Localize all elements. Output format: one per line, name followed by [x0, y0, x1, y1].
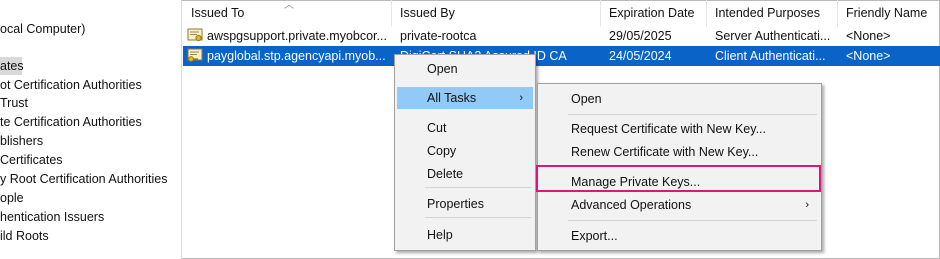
column-header-label: Expiration Date: [609, 6, 695, 20]
store-tree[interactable]: ocal Computer) ates ot Certification Aut…: [0, 0, 182, 259]
column-header-label: Issued By: [400, 6, 455, 20]
menu-item-open[interactable]: Open: [397, 58, 533, 80]
tree-item-label: hentication Issuers: [0, 210, 105, 224]
tree-item-label: y Root Certification Authorities: [0, 172, 168, 186]
cell-friendly-name: <None>: [846, 29, 891, 43]
column-header-intended-purposes[interactable]: Intended Purposes: [707, 0, 838, 27]
menu-item-label: Help: [427, 228, 453, 242]
tree-item-label: ocal Computer): [0, 22, 86, 36]
cell-friendly-name: <None>: [846, 49, 891, 63]
column-header-label: Intended Purposes: [715, 6, 820, 20]
tree-item-smart-card-roots[interactable]: ild Roots: [0, 227, 49, 245]
cell-expiration: 24/05/2024: [609, 49, 672, 63]
tree-item-label: ates: [0, 59, 24, 73]
menu-item-label: Open: [427, 62, 458, 76]
tree-item-client-auth-issuers[interactable]: hentication Issuers: [0, 208, 104, 226]
tree-item-label: ot Certification Authorities: [0, 78, 142, 92]
tree-item-label: Certificates: [0, 153, 63, 167]
menu-separator: [425, 187, 531, 188]
certificate-key-icon: [187, 48, 203, 62]
column-header-label: Friendly Name: [846, 6, 928, 20]
menu-item-label: Copy: [427, 144, 457, 158]
column-header-expiration-date[interactable]: Expiration Date: [601, 0, 707, 27]
tree-item-label: te Certification Authorities: [0, 115, 142, 129]
submenu-item-open[interactable]: Open: [540, 88, 819, 110]
submenu-item-renew-new-key[interactable]: Renew Certificate with New Key...: [540, 141, 819, 163]
menu-item-label: Renew Certificate with New Key...: [571, 145, 759, 159]
column-header-issued-by[interactable]: Issued By: [392, 0, 601, 27]
menu-item-label: All Tasks: [427, 91, 477, 105]
submenu-arrow-icon: ›: [805, 199, 809, 211]
cell-issued-to: payglobal.stp.agencyapi.myob...: [207, 49, 386, 63]
tree-item-label: ople: [0, 191, 24, 205]
cell-expiration: 29/05/2025: [609, 29, 672, 43]
submenu-item-export[interactable]: Export...: [540, 225, 819, 247]
column-header-issued-to[interactable]: Issued To: [183, 0, 392, 27]
menu-item-all-tasks[interactable]: All Tasks ›: [397, 87, 533, 109]
cell-issued-by: private-rootca: [400, 29, 477, 43]
submenu-item-request-new-key[interactable]: Request Certificate with New Key...: [540, 118, 819, 140]
menu-item-label: Request Certificate with New Key...: [571, 122, 766, 136]
tree-item-trusted-publishers[interactable]: blishers: [0, 132, 43, 150]
tree-item-local-computer[interactable]: ocal Computer): [0, 20, 85, 38]
tree-item-enterprise-trust[interactable]: Trust: [0, 94, 28, 112]
tree-item-third-party-root[interactable]: y Root Certification Authorities: [0, 170, 167, 188]
column-header-label: Issued To: [191, 6, 245, 20]
table-row[interactable]: awspgsupport.private.myobcor... private-…: [183, 26, 940, 46]
menu-separator: [568, 220, 817, 221]
tree-item-certificates[interactable]: ates: [0, 57, 24, 75]
tree-item-intermediate-ca[interactable]: te Certification Authorities: [0, 113, 142, 131]
certificate-icon: [187, 28, 203, 42]
menu-item-label: Export...: [571, 229, 618, 243]
tree-item-trusted-people[interactable]: ople: [0, 189, 24, 207]
menu-item-label: Open: [571, 92, 602, 106]
menu-item-properties[interactable]: Properties: [397, 193, 533, 215]
pane-splitter[interactable]: [181, 0, 182, 259]
submenu-arrow-icon: ›: [519, 92, 523, 104]
tree-item-trusted-root[interactable]: ot Certification Authorities: [0, 76, 142, 94]
column-header-friendly-name[interactable]: Friendly Name: [838, 0, 940, 27]
tree-item-label: blishers: [0, 134, 44, 148]
tree-item-untrusted-certificates[interactable]: Certificates: [0, 151, 63, 169]
menu-item-help[interactable]: Help: [397, 224, 533, 246]
menu-item-cut[interactable]: Cut: [397, 117, 533, 139]
manage-private-keys-callout: [536, 165, 821, 192]
cell-purposes: Client Authenticati...: [715, 49, 826, 63]
menu-item-delete[interactable]: Delete: [397, 163, 533, 185]
menu-item-copy[interactable]: Copy: [397, 140, 533, 162]
context-menu[interactable]: Open All Tasks › Cut Copy Delete Properti…: [394, 54, 536, 251]
menu-separator: [425, 217, 531, 218]
table-row-selected[interactable]: payglobal.stp.agencyapi.myob... DigiCert…: [183, 46, 940, 66]
menu-item-label: Advanced Operations: [571, 198, 692, 212]
cell-purposes: Server Authenticati...: [715, 29, 831, 43]
menu-item-label: Cut: [427, 121, 447, 135]
menu-item-label: Delete: [427, 167, 464, 181]
menu-separator: [568, 114, 817, 115]
submenu-item-advanced-operations[interactable]: Advanced Operations ›: [540, 194, 819, 216]
tree-item-label: Trust: [0, 96, 29, 110]
menu-item-label: Properties: [427, 197, 484, 211]
cell-issued-to: awspgsupport.private.myobcor...: [207, 29, 387, 43]
tree-item-label: ild Roots: [0, 229, 49, 243]
